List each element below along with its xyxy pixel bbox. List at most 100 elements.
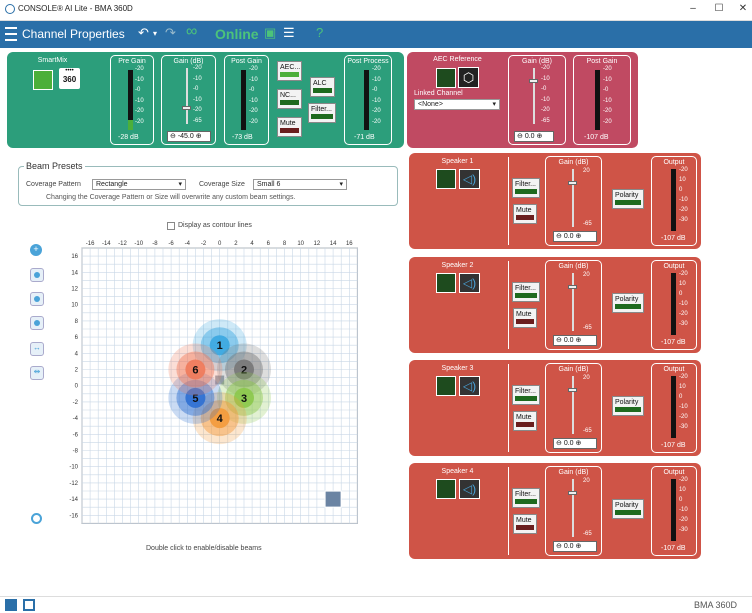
- speaker-gain-knob[interactable]: [568, 388, 577, 392]
- y-tick-label: 16: [71, 254, 78, 260]
- x-tick-label: -2: [201, 241, 207, 247]
- linked-channel-select[interactable]: <None> ▾: [414, 99, 500, 110]
- speaker-output-meter: [671, 169, 676, 231]
- nc-button[interactable]: NC...: [277, 89, 302, 109]
- x-tick-label: -16: [86, 241, 95, 247]
- gain-value-field[interactable]: ⊖ -45.0 ⊕: [167, 131, 211, 142]
- speaker-mute-button[interactable]: Mute: [513, 514, 537, 534]
- help-icon[interactable]: ?: [316, 25, 323, 40]
- y-tick-label: -14: [69, 497, 78, 503]
- minimize-button[interactable]: –: [686, 3, 700, 14]
- speaker-gain-track[interactable]: [572, 376, 574, 434]
- speaker-gain-knob[interactable]: [568, 491, 577, 495]
- mute-button[interactable]: Mute: [277, 117, 302, 137]
- aec-ref-gain-knob[interactable]: [529, 79, 538, 83]
- beam-number: 3: [241, 393, 247, 405]
- speaker-gain-field[interactable]: ⊖ 0.0 ⊕: [553, 335, 597, 346]
- coverage-pattern-label: Coverage Pattern: [26, 181, 81, 188]
- widen-beam-icon[interactable]: ↔: [30, 342, 44, 356]
- speaker-polarity-button[interactable]: Polarity: [612, 293, 644, 313]
- speaker-icon[interactable]: ◁): [459, 273, 480, 293]
- narrow-beam-icon[interactable]: ⇹: [30, 366, 44, 380]
- maximize-button[interactable]: ☐: [712, 3, 726, 14]
- link-icon[interactable]: ∞: [186, 23, 197, 41]
- add-beam-icon[interactable]: +: [30, 244, 42, 256]
- gain-slider-track[interactable]: [186, 68, 188, 124]
- aec-ref-gain-scale: -20 -10 -0 -10 -20 -65: [541, 65, 550, 124]
- post-process-scale: -20 -10 -0 -10 -20 -20: [372, 66, 381, 125]
- speaker-icon[interactable]: ◁): [459, 169, 480, 189]
- reset-icon[interactable]: [31, 513, 42, 524]
- coverage-size-label: Coverage Size: [199, 181, 245, 188]
- speaker-label: Speaker 3: [441, 365, 474, 372]
- panel-icon[interactable]: [23, 599, 35, 611]
- corner-handle[interactable]: [324, 490, 342, 508]
- speaker-gain-max: 20: [583, 272, 590, 278]
- expand-beam-icon[interactable]: [30, 292, 44, 306]
- speaker-gain-track[interactable]: [572, 169, 574, 227]
- grid-hint: Double click to enable/disable beams: [146, 545, 262, 552]
- speaker-polarity-button[interactable]: Polarity: [612, 189, 644, 209]
- alc-button[interactable]: ALC: [310, 77, 335, 97]
- aec-ref-gain-field[interactable]: ⊖ 0.0 ⊕: [514, 131, 554, 142]
- gain-slider-knob[interactable]: [182, 106, 191, 110]
- speaker-icon[interactable]: ◁): [459, 376, 480, 396]
- speaker-polarity-button[interactable]: Polarity: [612, 499, 644, 519]
- y-tick-label: 0: [75, 384, 79, 390]
- toolbar-title: Channel Properties: [22, 27, 125, 41]
- speaker-filter-button[interactable]: Filter...: [512, 385, 540, 405]
- redo-icon[interactable]: ↷: [165, 25, 176, 41]
- speaker-enable-toggle[interactable]: [436, 169, 456, 189]
- speaker-mute-button[interactable]: Mute: [513, 308, 537, 328]
- x-tick-label: 4: [250, 241, 254, 247]
- speaker-gain-field[interactable]: ⊖ 0.0 ⊕: [553, 231, 597, 242]
- speaker-divider: [508, 364, 509, 452]
- dropdown-icon[interactable]: ▾: [153, 29, 157, 38]
- smartmix-toggle[interactable]: [33, 70, 53, 90]
- post-gain-box: [224, 55, 269, 145]
- post-process-meter: [364, 70, 369, 130]
- speaker-mute-button[interactable]: Mute: [513, 204, 537, 224]
- speaker-gain-track[interactable]: [572, 479, 574, 537]
- shrink-beam-icon[interactable]: [30, 316, 44, 330]
- y-tick-label: 2: [75, 368, 79, 374]
- y-tick-label: 14: [71, 270, 78, 276]
- speaker-filter-button[interactable]: Filter...: [512, 178, 540, 198]
- speaker-enable-toggle[interactable]: [436, 273, 456, 293]
- speaker-gain-knob[interactable]: [568, 181, 577, 185]
- contour-checkbox[interactable]: [167, 222, 175, 230]
- aec-ref-toggle[interactable]: [436, 68, 456, 88]
- filter-button[interactable]: Filter...: [308, 103, 336, 123]
- speaker-mute-button[interactable]: Mute: [513, 411, 537, 431]
- coverage-pattern-select[interactable]: Rectangle ▾: [92, 179, 186, 190]
- pre-gain-value: -28 dB: [118, 134, 139, 141]
- save-icon[interactable]: ▣: [264, 25, 276, 41]
- close-button[interactable]: ✕: [736, 3, 750, 14]
- speaker-gain-min: -65: [583, 428, 592, 434]
- x-tick-label: -10: [134, 241, 143, 247]
- menu-icon[interactable]: [5, 27, 17, 41]
- speaker-output-value: -107 dB: [661, 339, 686, 346]
- speaker-gain-field[interactable]: ⊖ 0.0 ⊕: [553, 438, 597, 449]
- speaker-gain-track[interactable]: [572, 273, 574, 331]
- remove-beam-icon[interactable]: [30, 268, 44, 282]
- device-icon[interactable]: ☰: [283, 25, 295, 41]
- beam-grid[interactable]: -16 -14 -12 -10 -8 -6 -4 -2 0 2 4 6 8 10 12 14 161614121…: [62, 236, 362, 536]
- mic-360-badge: •••• 360: [59, 68, 80, 89]
- y-tick-label: -6: [73, 432, 79, 438]
- speaker-enable-toggle[interactable]: [436, 479, 456, 499]
- speaker-icon[interactable]: ◁): [459, 479, 480, 499]
- speaker-enable-toggle[interactable]: [436, 376, 456, 396]
- layout-icon[interactable]: [5, 599, 17, 611]
- speaker-gain-knob[interactable]: [568, 285, 577, 289]
- speaker-gain-max: 20: [583, 478, 590, 484]
- speaker-gain-field[interactable]: ⊖ 0.0 ⊕: [553, 541, 597, 552]
- cube-icon[interactable]: ⬡: [458, 67, 479, 88]
- aec-button[interactable]: AEC...: [277, 61, 302, 81]
- speaker-polarity-button[interactable]: Polarity: [612, 396, 644, 416]
- aec-ref-gain-track[interactable]: [533, 68, 535, 124]
- undo-icon[interactable]: ↶: [138, 25, 149, 41]
- speaker-filter-button[interactable]: Filter...: [512, 488, 540, 508]
- coverage-size-select[interactable]: Small 6 ▾: [253, 179, 347, 190]
- speaker-filter-button[interactable]: Filter...: [512, 282, 540, 302]
